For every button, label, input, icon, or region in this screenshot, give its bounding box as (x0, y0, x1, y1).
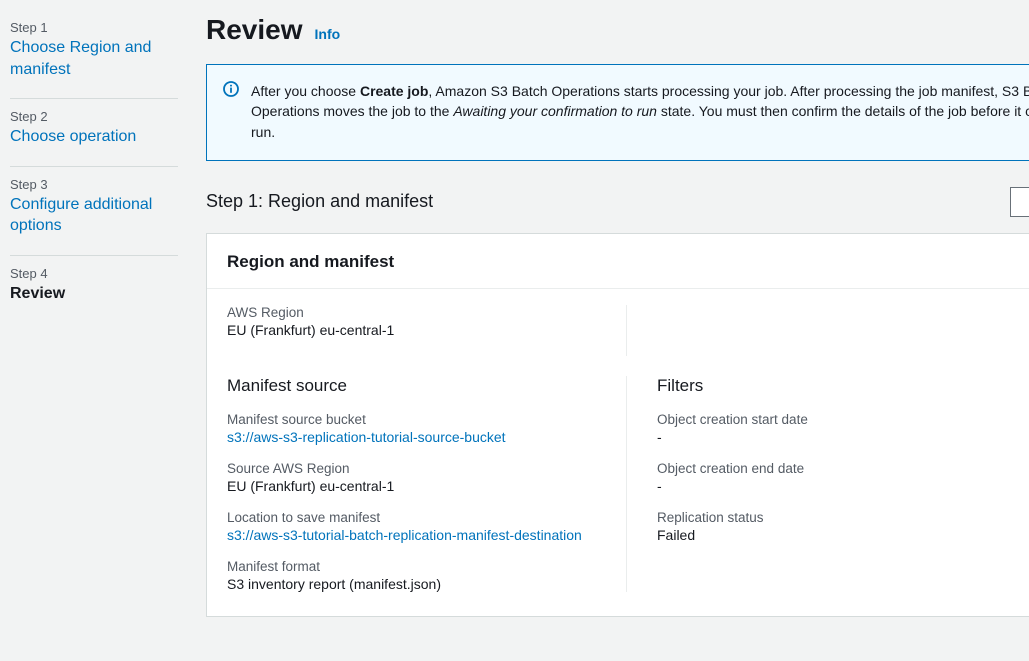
manifest-format-value: S3 inventory report (manifest.json) (227, 576, 610, 592)
step-nav-item-additional-options[interactable]: Step 3 Configure additional options (10, 167, 178, 256)
card-header: Region and manifest (207, 234, 1029, 289)
manifest-source-bucket-label: Manifest source bucket (227, 412, 610, 427)
step-nav-item-operation[interactable]: Step 2 Choose operation (10, 99, 178, 167)
info-alert: After you choose Create job, Amazon S3 B… (206, 64, 1029, 161)
step-nav-item-region-manifest[interactable]: Step 1 Choose Region and manifest (10, 10, 178, 99)
region-manifest-card: Region and manifest AWS Region EU (Frank… (206, 233, 1029, 617)
alert-text-segment: After you choose (251, 83, 360, 99)
creation-start-date-label: Object creation start date (657, 412, 1029, 427)
step-nav-item-review[interactable]: Step 4 Review (10, 256, 178, 323)
info-link[interactable]: Info (315, 26, 341, 42)
step-number-label: Step 4 (10, 266, 178, 281)
aws-region-label: AWS Region (227, 305, 626, 320)
step-number-label: Step 1 (10, 20, 178, 35)
step-title-link[interactable]: Configure additional options (10, 194, 178, 237)
step-number-label: Step 2 (10, 109, 178, 124)
section-heading-step1: Step 1: Region and manifest (206, 191, 433, 212)
step-title-link[interactable]: Choose operation (10, 126, 178, 148)
manifest-source-bucket-link[interactable]: s3://aws-s3-replication-tutorial-source-… (227, 429, 610, 445)
edit-button[interactable]: Edit (1010, 187, 1029, 217)
step-number-label: Step 3 (10, 177, 178, 192)
page-title: Review (206, 14, 303, 46)
filters-column: Filters Object creation start date - Obj… (657, 376, 1029, 592)
replication-status-value: Failed (657, 527, 1029, 543)
location-to-save-label: Location to save manifest (227, 510, 610, 525)
main-content: Review Info After you choose Create job,… (178, 10, 1029, 617)
replication-status-label: Replication status (657, 510, 1029, 525)
info-icon (223, 81, 239, 97)
aws-region-value: EU (Frankfurt) eu-central-1 (227, 322, 626, 338)
creation-end-date-value: - (657, 478, 1029, 494)
alert-text-italic: Awaiting your confirmation to run (453, 103, 657, 119)
creation-start-date-value: - (657, 429, 1029, 445)
wizard-step-nav: Step 1 Choose Region and manifest Step 2… (10, 10, 178, 617)
manifest-source-column: Manifest source Manifest source bucket s… (227, 376, 627, 592)
location-to-save-link[interactable]: s3://aws-s3-tutorial-batch-replication-m… (227, 527, 610, 543)
step-title-link: Review (10, 283, 178, 305)
manifest-format-label: Manifest format (227, 559, 610, 574)
manifest-source-heading: Manifest source (227, 376, 610, 396)
step-title-link[interactable]: Choose Region and manifest (10, 37, 178, 80)
filters-heading: Filters (657, 376, 1029, 396)
creation-end-date-label: Object creation end date (657, 461, 1029, 476)
alert-text-bold: Create job (360, 83, 428, 99)
source-region-label: Source AWS Region (227, 461, 610, 476)
source-region-value: EU (Frankfurt) eu-central-1 (227, 478, 610, 494)
